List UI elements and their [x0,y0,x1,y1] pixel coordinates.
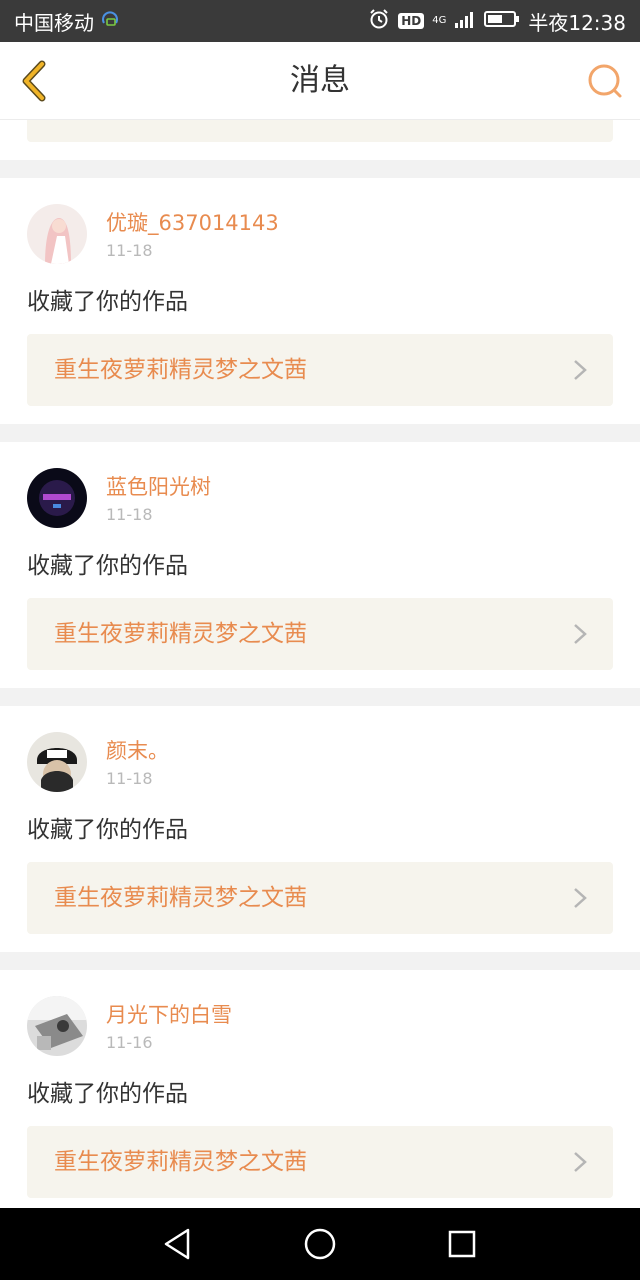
chevron-right-icon [574,888,587,908]
work-link[interactable]: 重生夜萝莉精灵梦之文茜 [27,862,613,934]
work-link[interactable]: 重生夜萝莉精灵梦之文茜 [27,334,613,406]
avatar[interactable] [27,996,87,1056]
status-bar: 中国移动 HD 4G 半夜12:38 [0,0,640,42]
nav-back-button[interactable] [158,1224,198,1264]
message-date: 11-18 [106,241,153,260]
nav-recents-button[interactable] [442,1224,482,1264]
clock-label: 半夜12:38 [528,10,626,35]
username[interactable]: 颜末。 [106,738,169,764]
search-button[interactable] [582,58,628,104]
square-recents-icon [448,1230,476,1258]
alarm-icon [368,8,390,35]
message-card: 蓝色阳光树 11-18 收藏了你的作品 重生夜萝莉精灵梦之文茜 [0,442,640,688]
app-header: 消息 [0,42,640,120]
message-date: 11-16 [106,1033,153,1052]
avatar[interactable] [27,468,87,528]
message-list[interactable]: 优璇_637014143 11-18 收藏了你的作品 重生夜萝莉精灵梦之文茜 蓝… [0,120,640,1208]
message-action-text: 收藏了你的作品 [27,553,188,579]
hd-badge: HD [398,13,425,29]
work-link-partial[interactable] [27,120,613,142]
avatar[interactable] [27,732,87,792]
search-icon [588,64,622,98]
chevron-right-icon [574,624,587,644]
work-link[interactable]: 重生夜萝莉精灵梦之文茜 [27,1126,613,1198]
message-card: 优璇_637014143 11-18 收藏了你的作品 重生夜萝莉精灵梦之文茜 [0,178,640,424]
carrier-label: 中国移动 [14,10,94,35]
chevron-right-icon [574,360,587,380]
username[interactable]: 月光下的白雪 [106,1002,232,1028]
message-date: 11-18 [106,769,153,788]
signal-icon [454,9,476,34]
message-action-text: 收藏了你的作品 [27,1081,188,1107]
message-action-text: 收藏了你的作品 [27,289,188,315]
message-card: 颜末。 11-18 收藏了你的作品 重生夜萝莉精灵梦之文茜 [0,706,640,952]
battery-icon [484,9,520,34]
hotspot-icon [100,9,120,34]
work-title: 重生夜萝莉精灵梦之文茜 [54,357,307,383]
system-nav-bar [0,1208,640,1280]
message-date: 11-18 [106,505,153,524]
work-link[interactable]: 重生夜萝莉精灵梦之文茜 [27,598,613,670]
network-type-label: 4G [432,15,447,26]
message-card: 月光下的白雪 11-16 收藏了你的作品 重生夜萝莉精灵梦之文茜 [0,970,640,1208]
message-card-partial [0,120,640,160]
circle-home-icon [304,1228,336,1260]
nav-home-button[interactable] [300,1224,340,1264]
work-title: 重生夜萝莉精灵梦之文茜 [54,1149,307,1175]
message-action-text: 收藏了你的作品 [27,817,188,843]
work-title: 重生夜萝莉精灵梦之文茜 [54,621,307,647]
work-title: 重生夜萝莉精灵梦之文茜 [54,885,307,911]
username[interactable]: 优璇_637014143 [106,210,279,236]
username[interactable]: 蓝色阳光树 [106,474,211,500]
avatar[interactable] [27,204,87,264]
chevron-right-icon [574,1152,587,1172]
page-title: 消息 [290,63,350,98]
triangle-back-icon [164,1228,190,1260]
